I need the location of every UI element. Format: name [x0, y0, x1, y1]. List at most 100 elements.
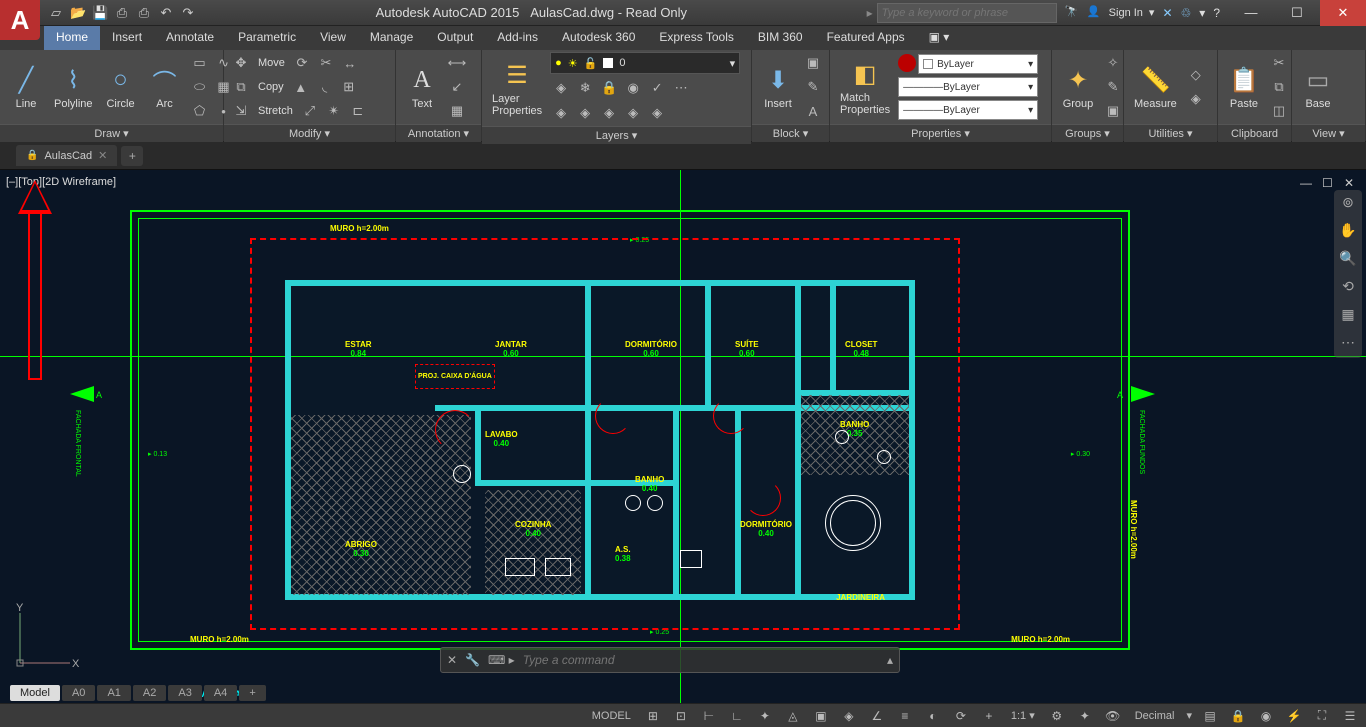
- sb-lockui-icon[interactable]: 🔒: [1228, 706, 1248, 726]
- nav-showmotion-icon[interactable]: ▦: [1338, 306, 1358, 326]
- tab-launcher-icon[interactable]: ▣ ▾: [917, 26, 962, 50]
- nav-more-icon[interactable]: ⋯: [1338, 334, 1358, 354]
- layerfreeze-icon[interactable]: ❄: [574, 77, 596, 99]
- trim-icon[interactable]: ✂: [315, 52, 337, 74]
- tab-express[interactable]: Express Tools: [647, 26, 745, 50]
- cmd-close-icon[interactable]: ✕: [447, 653, 457, 667]
- edit-block-icon[interactable]: ✎: [802, 76, 824, 98]
- sb-annomonitor-icon[interactable]: +: [979, 706, 999, 726]
- layer-tool5-icon[interactable]: ◈: [646, 102, 668, 124]
- fillet-icon[interactable]: ◟: [314, 76, 336, 98]
- layer-combo[interactable]: ● ☀ 🔓 0 ▾: [550, 52, 740, 74]
- signin-dropdown-icon[interactable]: ▾: [1149, 6, 1155, 19]
- sb-cleanscreen-icon[interactable]: ⛶: [1312, 706, 1332, 726]
- tab-annotate[interactable]: Annotate: [154, 26, 226, 50]
- matchprops-button[interactable]: ◧Match Properties: [836, 52, 894, 122]
- extend-icon[interactable]: ↔: [339, 52, 361, 74]
- dropdown-icon[interactable]: ▾: [1199, 6, 1205, 20]
- copy-icon[interactable]: ⧉: [230, 76, 252, 98]
- sb-model-label[interactable]: MODEL: [588, 710, 635, 722]
- add-tab-button[interactable]: +: [121, 146, 143, 166]
- tab-parametric[interactable]: Parametric: [226, 26, 308, 50]
- stretch-icon[interactable]: ⇲: [230, 100, 252, 122]
- sb-transparency-icon[interactable]: ◐: [923, 706, 943, 726]
- maximize-button[interactable]: ☐: [1274, 0, 1320, 26]
- copy-clip-icon[interactable]: ⧉: [1268, 76, 1290, 98]
- exchange-icon[interactable]: ✕: [1162, 6, 1172, 20]
- nav-wheel-icon[interactable]: ⊚: [1338, 194, 1358, 214]
- command-line[interactable]: ✕ 🔧 ⌨ ▸ ▴: [440, 647, 900, 673]
- qat-new-icon[interactable]: ▱: [48, 5, 64, 21]
- sb-otrack-icon[interactable]: ∠: [867, 706, 887, 726]
- create-block-icon[interactable]: ▣: [802, 52, 824, 74]
- panel-groups-label[interactable]: Groups ▾: [1052, 124, 1123, 142]
- table-icon[interactable]: ▦: [446, 100, 468, 122]
- panel-annotation-label[interactable]: Annotation ▾: [396, 124, 481, 142]
- layout-tab-a1[interactable]: A1: [97, 685, 130, 701]
- circle-button[interactable]: ○Circle: [101, 52, 141, 122]
- sb-isoplane-icon[interactable]: ◬: [783, 706, 803, 726]
- nav-pan-icon[interactable]: ✋: [1338, 222, 1358, 242]
- tab-insert[interactable]: Insert: [100, 26, 154, 50]
- util1-icon[interactable]: ◇: [1185, 64, 1207, 86]
- qat-save-icon[interactable]: 💾: [92, 5, 108, 21]
- sb-snap-icon[interactable]: ⊡: [671, 706, 691, 726]
- sb-quickprops-icon[interactable]: ▤: [1200, 706, 1220, 726]
- panel-modify-label[interactable]: Modify ▾: [224, 124, 395, 142]
- cmd-recent-icon[interactable]: ▴: [887, 653, 893, 667]
- offset-icon[interactable]: ⊏: [347, 100, 369, 122]
- sb-ortho-icon[interactable]: ∟: [727, 706, 747, 726]
- binoculars-icon[interactable]: 🔭: [1065, 5, 1081, 21]
- layer-tool1-icon[interactable]: ◈: [550, 102, 572, 124]
- explode-icon[interactable]: ✴: [323, 100, 345, 122]
- array-icon[interactable]: ⊞: [338, 76, 360, 98]
- ungroup-icon[interactable]: ✧: [1102, 52, 1124, 74]
- sb-annoscale-icon[interactable]: ⚙: [1047, 706, 1067, 726]
- color-combo[interactable]: ByLayer▾: [918, 54, 1038, 74]
- polyline-button[interactable]: ⌇Polyline: [50, 52, 97, 122]
- sb-infer-icon[interactable]: ⊢: [699, 706, 719, 726]
- qat-undo-icon[interactable]: ↶: [158, 5, 174, 21]
- paste-button[interactable]: 📋Paste: [1224, 52, 1264, 122]
- help-search-input[interactable]: [877, 3, 1057, 23]
- sb-ws-icon[interactable]: ✦: [1075, 706, 1095, 726]
- a360-icon[interactable]: ♲: [1181, 6, 1192, 20]
- layout-tab-add[interactable]: +: [239, 685, 265, 701]
- layer-tool3-icon[interactable]: ◈: [598, 102, 620, 124]
- panel-layers-label[interactable]: Layers ▾: [482, 126, 751, 144]
- insert-button[interactable]: ⬇Insert: [758, 52, 798, 122]
- layeroff-icon[interactable]: ◉: [622, 77, 644, 99]
- sb-grid-icon[interactable]: ⊞: [643, 706, 663, 726]
- drawing-canvas[interactable]: [–][Top][2D Wireframe] — ☐ ✕ MURO h=2.00…: [0, 170, 1366, 703]
- layer-tool4-icon[interactable]: ◈: [622, 102, 644, 124]
- help-icon[interactable]: ?: [1213, 6, 1220, 20]
- panel-properties-label[interactable]: Properties ▾: [830, 124, 1051, 142]
- layermatch-icon[interactable]: ✓: [646, 77, 668, 99]
- dim-icon[interactable]: ⟷: [446, 52, 468, 74]
- tab-home[interactable]: Home: [44, 26, 100, 50]
- layerlock-icon[interactable]: 🔒: [598, 77, 620, 99]
- tab-featured[interactable]: Featured Apps: [815, 26, 917, 50]
- layout-tab-a3[interactable]: A3: [168, 685, 201, 701]
- qat-redo-icon[interactable]: ↷: [180, 5, 196, 21]
- tab-a360[interactable]: Autodesk 360: [550, 26, 647, 50]
- sb-cycle-icon[interactable]: ⟳: [951, 706, 971, 726]
- layout-tab-model[interactable]: Model: [10, 685, 60, 701]
- qat-plot-icon[interactable]: ⎙: [136, 5, 152, 21]
- sb-customize-icon[interactable]: ☰: [1340, 706, 1360, 726]
- sb-osnap-icon[interactable]: ▣: [811, 706, 831, 726]
- sb-lwt-icon[interactable]: ≡: [895, 706, 915, 726]
- minimize-button[interactable]: —: [1228, 0, 1274, 26]
- nav-zoom-icon[interactable]: 🔍: [1338, 250, 1358, 270]
- base-button[interactable]: ▭Base: [1298, 52, 1338, 122]
- sb-hardware-icon[interactable]: ⚡: [1284, 706, 1304, 726]
- command-input[interactable]: [523, 653, 879, 667]
- line-button[interactable]: ╱Line: [6, 52, 46, 122]
- sb-isolate-icon[interactable]: ◉: [1256, 706, 1276, 726]
- text-button[interactable]: AText: [402, 52, 442, 122]
- panel-block-label[interactable]: Block ▾: [752, 124, 829, 142]
- panel-draw-label[interactable]: Draw ▾: [0, 124, 223, 142]
- sb-units[interactable]: Decimal: [1131, 710, 1179, 722]
- tab-bim360[interactable]: BIM 360: [746, 26, 815, 50]
- layerprops-button[interactable]: ☰Layer Properties: [488, 53, 546, 123]
